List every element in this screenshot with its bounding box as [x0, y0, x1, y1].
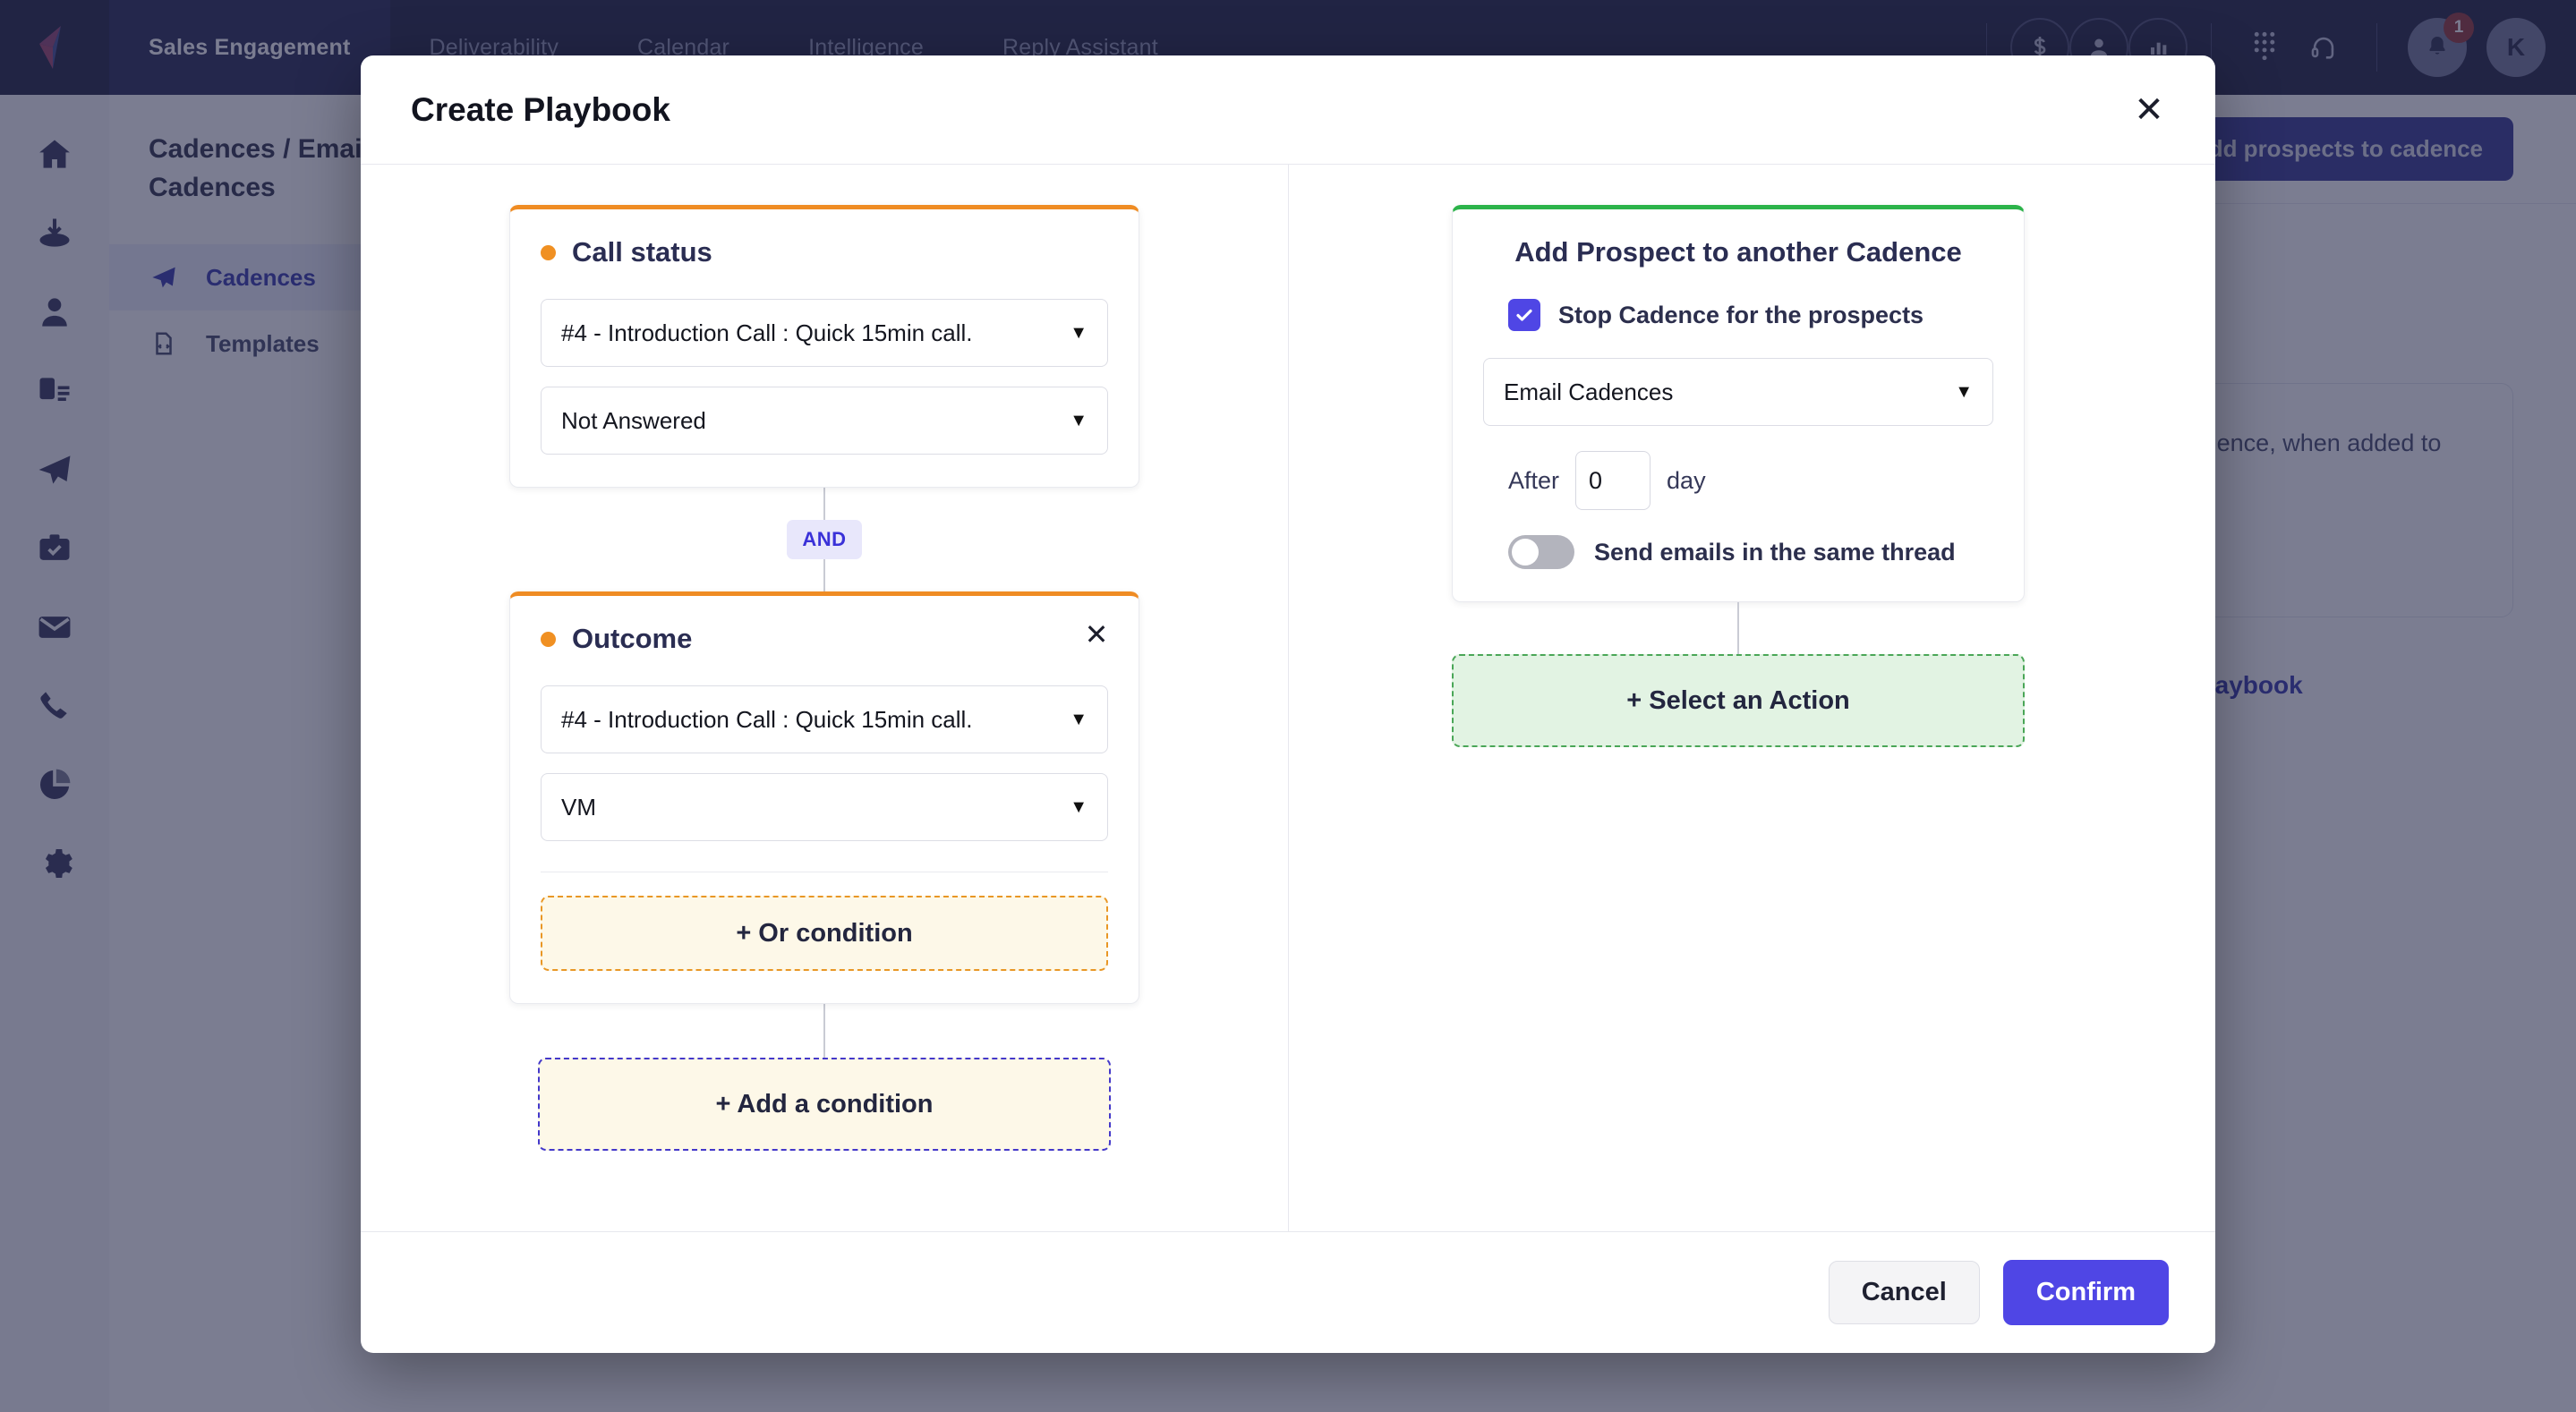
chevron-down-icon: ▼: [1070, 709, 1088, 729]
checkbox-icon[interactable]: [1508, 299, 1540, 331]
chevron-down-icon: ▼: [1070, 322, 1088, 343]
condition-flow: Call status #4 - Introduction Call : Qui…: [509, 205, 1139, 1151]
condition-step-select[interactable]: #4 - Introduction Call : Quick 15min cal…: [541, 299, 1108, 367]
confirm-button[interactable]: Confirm: [2002, 1260, 2169, 1325]
condition-header: Call status: [541, 236, 1108, 268]
toggle-knob: [1512, 539, 1539, 566]
cadence-type-select[interactable]: Email Cadences ▼: [1483, 358, 1993, 426]
page-title: Create Playbook: [411, 90, 670, 128]
select-an-action-button[interactable]: + Select an Action: [1452, 654, 2025, 747]
toggle-switch[interactable]: [1508, 535, 1574, 569]
condition-card-call-status: Call status #4 - Introduction Call : Qui…: [509, 205, 1139, 488]
delay-days-input[interactable]: 0: [1575, 451, 1651, 510]
checkbox-label: Stop Cadence for the prospects: [1558, 301, 1924, 328]
conditions-panel: Call status #4 - Introduction Call : Qui…: [361, 165, 1289, 1231]
condition-status-select[interactable]: Not Answered ▼: [541, 387, 1108, 455]
close-icon[interactable]: ✕: [2124, 85, 2174, 135]
add-or-condition-button[interactable]: + Or condition: [541, 896, 1108, 971]
create-playbook-modal: Create Playbook ✕ Call status #4 - Intro…: [361, 55, 2215, 1353]
outcome-value-select[interactable]: VM ▼: [541, 773, 1108, 841]
operator-badge-and[interactable]: AND: [787, 520, 862, 559]
add-condition-button[interactable]: + Add a condition: [538, 1058, 1111, 1151]
action-title: Add Prospect to another Cadence: [1514, 236, 1962, 268]
condition-title: Outcome: [572, 623, 693, 654]
cancel-button[interactable]: Cancel: [1828, 1261, 1980, 1324]
flow-connector-line: [823, 1004, 825, 1058]
condition-title: Call status: [572, 236, 712, 268]
action-flow: Add Prospect to another Cadence Stop Cad…: [1452, 205, 2025, 747]
actions-panel: Add Prospect to another Cadence Stop Cad…: [1289, 165, 2215, 1231]
chevron-down-icon: ▼: [1070, 410, 1088, 430]
select-value: #4 - Introduction Call : Quick 15min cal…: [561, 705, 973, 733]
day-unit-label: day: [1667, 466, 1706, 494]
select-value: VM: [561, 793, 596, 821]
flow-connector-line: [1737, 602, 1739, 654]
stop-cadence-checkbox-row[interactable]: Stop Cadence for the prospects: [1483, 299, 1993, 331]
outcome-step-select[interactable]: #4 - Introduction Call : Quick 15min cal…: [541, 685, 1108, 753]
status-dot-icon: [541, 244, 556, 260]
modal-footer: Cancel Confirm: [361, 1231, 2215, 1353]
action-card-add-prospect-to-cadence: Add Prospect to another Cadence Stop Cad…: [1452, 205, 2025, 602]
modal-header: Create Playbook ✕: [361, 55, 2215, 165]
chevron-down-icon: ▼: [1955, 381, 1973, 402]
select-value: #4 - Introduction Call : Quick 15min cal…: [561, 319, 973, 346]
same-thread-toggle-row[interactable]: Send emails in the same thread: [1483, 535, 1993, 569]
select-value: Not Answered: [561, 406, 706, 434]
modal-body: Call status #4 - Introduction Call : Qui…: [361, 165, 2215, 1231]
status-dot-icon: [541, 631, 556, 647]
condition-header: Outcome: [541, 623, 1108, 655]
chevron-down-icon: ▼: [1070, 796, 1088, 817]
toggle-label: Send emails in the same thread: [1594, 538, 1956, 566]
select-value: Email Cadences: [1504, 378, 1674, 405]
flow-connector-line: [823, 488, 825, 520]
flow-connector-line: [823, 559, 825, 591]
remove-condition-icon[interactable]: ✕: [1078, 616, 1115, 653]
after-label: After: [1508, 466, 1560, 494]
delay-row: After 0 day: [1483, 451, 1993, 510]
condition-card-outcome: ✕ Outcome #4 - Introduction Call : Quick…: [509, 591, 1139, 1004]
